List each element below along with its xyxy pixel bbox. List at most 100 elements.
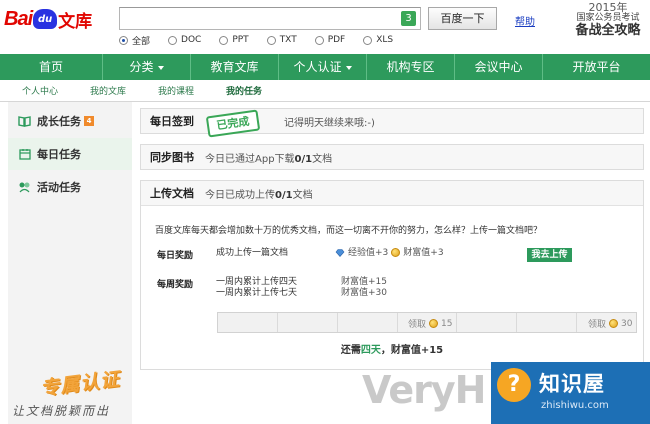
progress-day-segment [278,313,338,332]
help-link[interactable]: 帮助 [515,13,535,28]
radio-dot [363,35,373,45]
remaining-days-text: 还需四天，财富值+15 [141,341,643,356]
upload-doc-title: 上传文档 [150,187,194,200]
daily-signin-text: 记得明天继续来哦:-) [284,117,375,129]
filter-label: XLS [376,35,394,45]
wealth-value: 财富值+3 [403,248,444,258]
filter-label: PDF [327,35,346,45]
filter-radio-all[interactable]: 全部 [119,33,150,47]
milestone-value: 15 [441,318,453,329]
sidebar-item-activity-tasks[interactable]: 活动任务 [8,171,132,203]
sync-books-panel: 同步图书 今日已通过App下载0/1文档 [140,144,644,170]
zhishiwu-watermark: ? 知识屋 zhishiwu.com [491,362,650,424]
sync-books-title: 同步图书 [150,151,194,164]
nav-item-open-platform[interactable]: 开放平台 [543,54,650,80]
filter-radio-pdf[interactable]: PDF [314,33,346,47]
search-button[interactable]: 百度一下 [428,7,497,30]
weekly-reward-desc: 一周内累计上传四天 一周内累计上传七天 [216,277,297,299]
filter-radio-xls[interactable]: XLS [363,33,393,47]
nav-item-education[interactable]: 教育文库 [191,54,279,80]
milestone-label: 领取 [408,320,427,330]
weekly-reward-label: 每周奖励 [157,280,194,290]
subnav-my-courses[interactable]: 我的课程 [158,84,194,97]
zhishiwu-url: zhishiwu.com [541,400,609,411]
logo-bai-text: Bai [4,7,33,30]
sidebar-item-label: 活动任务 [37,181,81,194]
daily-signin-title: 每日签到 [150,115,194,128]
weekly-val-4days: 财富值+15 [341,277,387,287]
sync-books-text-pre: 今日已通过App下载 [205,153,295,165]
sub-nav: 个人中心 我的文库 我的课程 我的任务 [0,80,650,102]
weekly-desc-7days: 一周内累计上传七天 [216,288,298,298]
filter-label: PPT [232,35,249,45]
upload-doc-text-post: 文档 [292,189,313,201]
progress-day-segment [338,313,398,332]
radio-dot [119,35,128,45]
search-input[interactable]: 3 [119,7,421,30]
weekly-reward-values: 财富值+15 财富值+30 [341,277,387,299]
coin-icon [391,248,401,257]
filter-label: TXT [279,35,297,45]
subnav-my-tasks[interactable]: 我的任务 [226,84,262,97]
upload-intro: 百度文库每天都会增加数十万的优秀文档，而这一切离不开你的努力，怎么样？上传一篇文… [155,226,543,236]
header: Bai du 文库 3 百度一下 帮助 全部 DOC PPT TXT PDF X… [0,0,650,54]
sidebar-item-label: 成长任务 [37,115,81,128]
exp-value: 经验值+3 [348,248,389,258]
logo-paw-icon: du [33,9,58,29]
logo-wenku-text: 文库 [58,11,93,32]
daily-reward-values: 经验值+3 财富值+3 [335,248,444,259]
milestone-claim-30[interactable]: 领取 30 [588,317,633,331]
need-days: 四天 [360,345,381,356]
radio-dot [314,35,324,45]
daily-reward-desc: 成功上传一篇文档 [216,248,289,258]
progress-day-segment [457,313,518,332]
question-icon: ? [497,368,531,402]
main-nav: 首页 分类 教育文库 个人认证 机构专区 会议中心 开放平台 [0,54,650,80]
upload-doc-panel: 上传文档 今日已成功上传0/1文档 百度文库每天都会增加数十万的优秀文档，而这一… [140,180,644,370]
nav-label: 分类 [129,60,154,74]
milestone-claim-15[interactable]: 领取 15 [408,317,453,331]
nav-label: 机构专区 [386,60,435,74]
sidebar-item-label: 每日任务 [37,148,81,161]
filter-radio-ppt[interactable]: PPT [219,33,249,47]
nav-label: 首页 [38,60,63,74]
progress-day-segment [218,313,278,332]
sync-books-text: 今日已通过App下载0/1文档 [205,150,332,165]
upload-doc-text-pre: 今日已成功上传 [205,189,275,201]
nav-label: 教育文库 [210,60,259,74]
chevron-down-icon [157,65,164,70]
nav-item-institution[interactable]: 机构专区 [367,54,455,80]
diamond-icon [335,248,345,257]
subnav-my-library[interactable]: 我的文库 [90,84,126,97]
veryhuo-watermark: VeryH [362,368,486,412]
radio-dot [219,35,229,45]
filter-radio-doc[interactable]: DOC [168,33,201,47]
need-pre: 还需 [340,345,361,356]
milestone-label: 领取 [588,320,607,330]
new-badge: 4 [84,116,94,126]
baidu-wenku-logo[interactable]: Bai du 文库 [4,6,92,32]
nav-item-meeting[interactable]: 会议中心 [455,54,543,80]
subnav-personal-center[interactable]: 个人中心 [22,84,58,97]
radio-dot [266,35,276,45]
need-post: ，财富值+15 [380,345,444,356]
upload-doc-header: 上传文档 今日已成功上传0/1文档 [141,181,643,206]
civil-exam-ad[interactable]: 2015年 国家公务员考试 备战全攻略 [566,1,650,38]
sync-books-text-post: 文档 [312,153,333,165]
go-upload-button[interactable]: 我去上传 [527,248,572,262]
filter-radio-txt[interactable]: TXT [266,33,297,47]
sidebar-item-growth-tasks[interactable]: 成长任务 4 [8,105,132,137]
upload-doc-count: 0/1 [275,189,293,201]
sidebar-item-daily-tasks[interactable]: 每日任务 [8,138,132,170]
zhishiwu-title: 知识屋 [539,372,605,396]
nav-item-category[interactable]: 分类 [103,54,191,80]
book-icon [18,115,31,128]
nav-item-personal-cert[interactable]: 个人认证 [279,54,367,80]
nav-item-home[interactable]: 首页 [0,54,103,80]
milestone-value: 30 [621,318,633,329]
calendar-icon [18,148,31,161]
weekly-desc-4days: 一周内累计上传四天 [216,277,298,287]
sync-books-count: 0/1 [294,153,313,165]
nav-label: 开放平台 [572,60,621,74]
radio-dot [168,35,178,45]
